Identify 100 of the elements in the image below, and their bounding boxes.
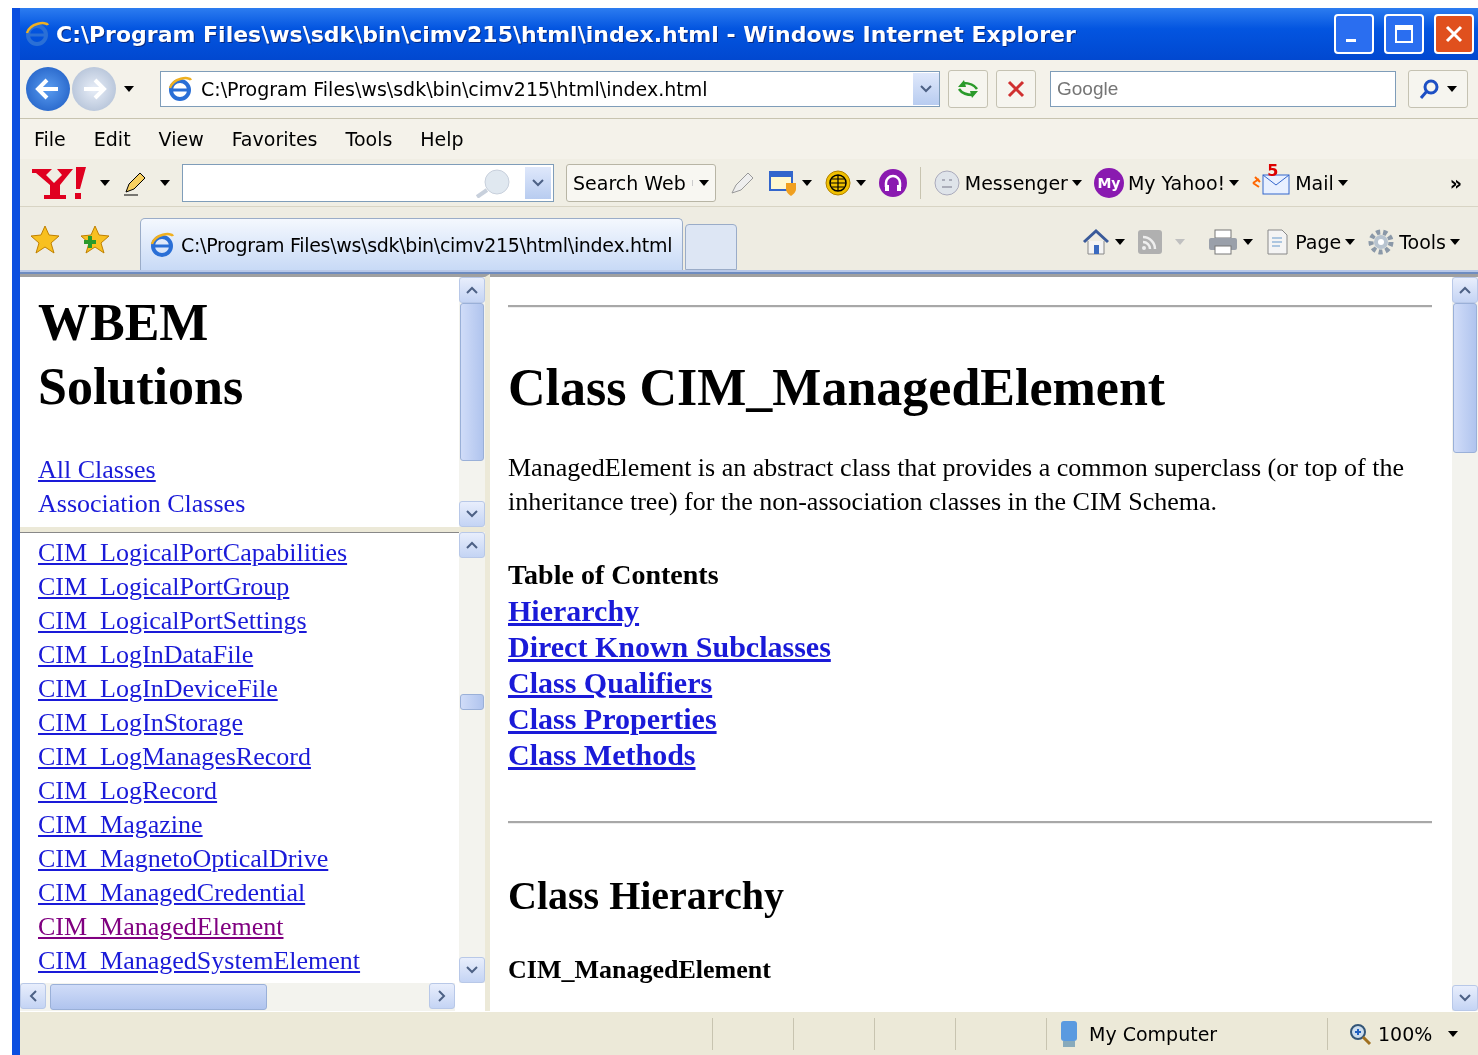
smiley-icon bbox=[932, 168, 961, 197]
browser-tab[interactable]: C:\Program Files\ws\sdk\bin\cimv215\html\index.html bbox=[140, 218, 684, 270]
dropdown-arrow-icon[interactable] bbox=[1450, 239, 1460, 245]
toc-link[interactable]: Class Methods bbox=[508, 737, 696, 773]
menu-item[interactable]: Help bbox=[420, 128, 464, 150]
address-input[interactable]: C:\Program Files\ws\sdk\bin\cimv215\html\index.html bbox=[199, 77, 907, 101]
search-options-arrow-icon[interactable] bbox=[1447, 86, 1457, 92]
chevron-up-icon bbox=[1459, 286, 1471, 294]
class-link[interactable]: CIM_LogicalPortCapabilities bbox=[38, 536, 348, 570]
scroll-down-button[interactable] bbox=[459, 501, 485, 527]
dropdown-arrow-icon[interactable] bbox=[801, 179, 812, 186]
dropdown-arrow-icon[interactable] bbox=[1345, 239, 1356, 245]
class-link[interactable]: CIM_LogRecord bbox=[38, 774, 218, 808]
dropdown-button[interactable] bbox=[913, 73, 939, 105]
scroll-up-button[interactable] bbox=[1452, 277, 1478, 303]
zoom-button[interactable]: 100% bbox=[1327, 1017, 1478, 1050]
chevron-down-icon bbox=[1459, 994, 1471, 1002]
menu-item[interactable]: Tools bbox=[345, 128, 393, 150]
scroll-up-button[interactable] bbox=[459, 277, 485, 303]
more-items-chevron[interactable]: » bbox=[1449, 171, 1462, 194]
chevron-down-icon bbox=[466, 966, 478, 974]
command-button[interactable]: Page bbox=[1265, 228, 1356, 256]
scroll-up-button[interactable] bbox=[459, 532, 485, 558]
dropdown-button[interactable] bbox=[525, 166, 551, 199]
class-link[interactable]: CIM_ManagedCredential bbox=[38, 876, 306, 910]
home-icon[interactable] bbox=[1081, 227, 1112, 257]
zoom-arrow-icon[interactable] bbox=[1448, 1030, 1458, 1037]
class-link[interactable]: CIM_LogicalPortGroup bbox=[38, 570, 290, 604]
scroll-down-button[interactable] bbox=[459, 957, 485, 983]
minimize-icon bbox=[1346, 38, 1356, 42]
globe-icon[interactable] bbox=[823, 168, 852, 197]
horizontal-scrollbar[interactable] bbox=[20, 983, 455, 1011]
scroll-thumb[interactable] bbox=[460, 693, 484, 710]
menu-item[interactable]: View bbox=[158, 128, 204, 150]
dropdown-arrow-icon[interactable] bbox=[100, 179, 110, 186]
recent-pages-arrow-icon[interactable] bbox=[124, 86, 134, 92]
search-web-button[interactable]: Search Web bbox=[566, 163, 716, 202]
dropdown-arrow-icon[interactable] bbox=[160, 179, 170, 186]
hierarchy-item: CIM_ManagedElement bbox=[508, 955, 772, 985]
dropdown-arrow-icon[interactable] bbox=[1071, 179, 1082, 186]
command-button[interactable]: Tools bbox=[1367, 228, 1460, 256]
close-icon bbox=[1444, 24, 1464, 44]
scroll-right-button[interactable] bbox=[429, 983, 455, 1009]
class-link[interactable]: CIM_LogInStorage bbox=[38, 706, 244, 740]
toc-heading: Table of Contents bbox=[508, 558, 720, 592]
chevron-left-icon bbox=[29, 990, 37, 1002]
menu-item[interactable]: Edit bbox=[93, 128, 131, 150]
class-link[interactable]: CIM_ManagedElement bbox=[38, 910, 284, 944]
search-button[interactable] bbox=[1408, 70, 1468, 108]
scroll-thumb[interactable] bbox=[1453, 303, 1477, 454]
scroll-down-button[interactable] bbox=[1452, 985, 1478, 1011]
scroll-left-button[interactable] bbox=[20, 983, 46, 1009]
menu-item[interactable]: Favorites bbox=[231, 128, 318, 150]
refresh-button[interactable] bbox=[948, 70, 988, 108]
chevron-up-icon bbox=[466, 541, 478, 549]
class-link[interactable]: CIM_MagnetoOpticalDrive bbox=[38, 842, 329, 876]
gear-icon bbox=[1367, 228, 1396, 256]
scroll-thumb[interactable] bbox=[50, 984, 267, 1010]
address-bar[interactable]: C:\Program Files\ws\sdk\bin\cimv215\html\index.html bbox=[160, 71, 940, 107]
vertical-scrollbar[interactable] bbox=[1452, 277, 1478, 1011]
dropdown-arrow-icon[interactable] bbox=[1229, 179, 1240, 186]
star-icon[interactable] bbox=[30, 223, 60, 254]
add-favorite-icon[interactable] bbox=[80, 223, 110, 254]
class-link[interactable]: CIM_LogManagesRecord bbox=[38, 740, 311, 774]
class-link[interactable]: CIM_LogInDeviceFile bbox=[38, 672, 278, 706]
dropdown-arrow-icon[interactable] bbox=[1243, 239, 1254, 245]
minimize-button[interactable] bbox=[1334, 14, 1374, 54]
toc-link[interactable]: Hierarchy bbox=[508, 593, 640, 629]
back-button[interactable] bbox=[26, 67, 70, 111]
site-title: WBEM Solutions bbox=[38, 293, 245, 417]
toc-link[interactable]: Class Qualifiers bbox=[508, 665, 713, 701]
maximize-button[interactable] bbox=[1384, 14, 1424, 54]
scroll-thumb[interactable] bbox=[460, 303, 484, 462]
toc-link[interactable]: Class Properties bbox=[508, 701, 717, 737]
class-link[interactable]: CIM_LogInDataFile bbox=[38, 638, 254, 672]
yahoo-logo-icon[interactable] bbox=[30, 164, 88, 201]
stop-icon bbox=[1006, 79, 1026, 99]
dropdown-arrow-icon[interactable] bbox=[855, 179, 866, 186]
dropdown-arrow-icon[interactable] bbox=[1337, 179, 1348, 186]
toolbar-button[interactable]: Messenger bbox=[932, 168, 1082, 197]
security-zone: My Computer bbox=[1089, 1022, 1218, 1045]
search-field[interactable]: Google bbox=[1050, 71, 1396, 107]
vertical-scrollbar[interactable] bbox=[459, 277, 485, 527]
yahoo-search-bar[interactable] bbox=[182, 163, 554, 202]
maximize-icon bbox=[1394, 24, 1414, 44]
stop-button[interactable] bbox=[996, 70, 1036, 108]
dropdown-arrow-icon[interactable] bbox=[698, 179, 709, 186]
toolbar-button[interactable]: My My Yahoo! bbox=[1093, 167, 1240, 198]
menu-item[interactable]: File bbox=[34, 128, 66, 150]
vertical-scrollbar[interactable] bbox=[459, 532, 485, 983]
headphones-icon[interactable] bbox=[877, 167, 908, 198]
toc-link[interactable]: Direct Known Subclasses bbox=[508, 629, 831, 665]
dropdown-arrow-icon[interactable] bbox=[1115, 239, 1126, 245]
close-button[interactable] bbox=[1434, 14, 1474, 54]
class-link[interactable]: CIM_LogicalPortSettings bbox=[38, 604, 307, 638]
nav-link[interactable]: All Classes bbox=[38, 453, 156, 487]
nav-link[interactable]: Association Classes bbox=[38, 487, 246, 521]
class-link[interactable]: CIM_Magazine bbox=[38, 808, 203, 842]
window-shield-icon[interactable] bbox=[767, 168, 798, 197]
class-link[interactable]: CIM_ManagedSystemElement bbox=[38, 944, 361, 978]
